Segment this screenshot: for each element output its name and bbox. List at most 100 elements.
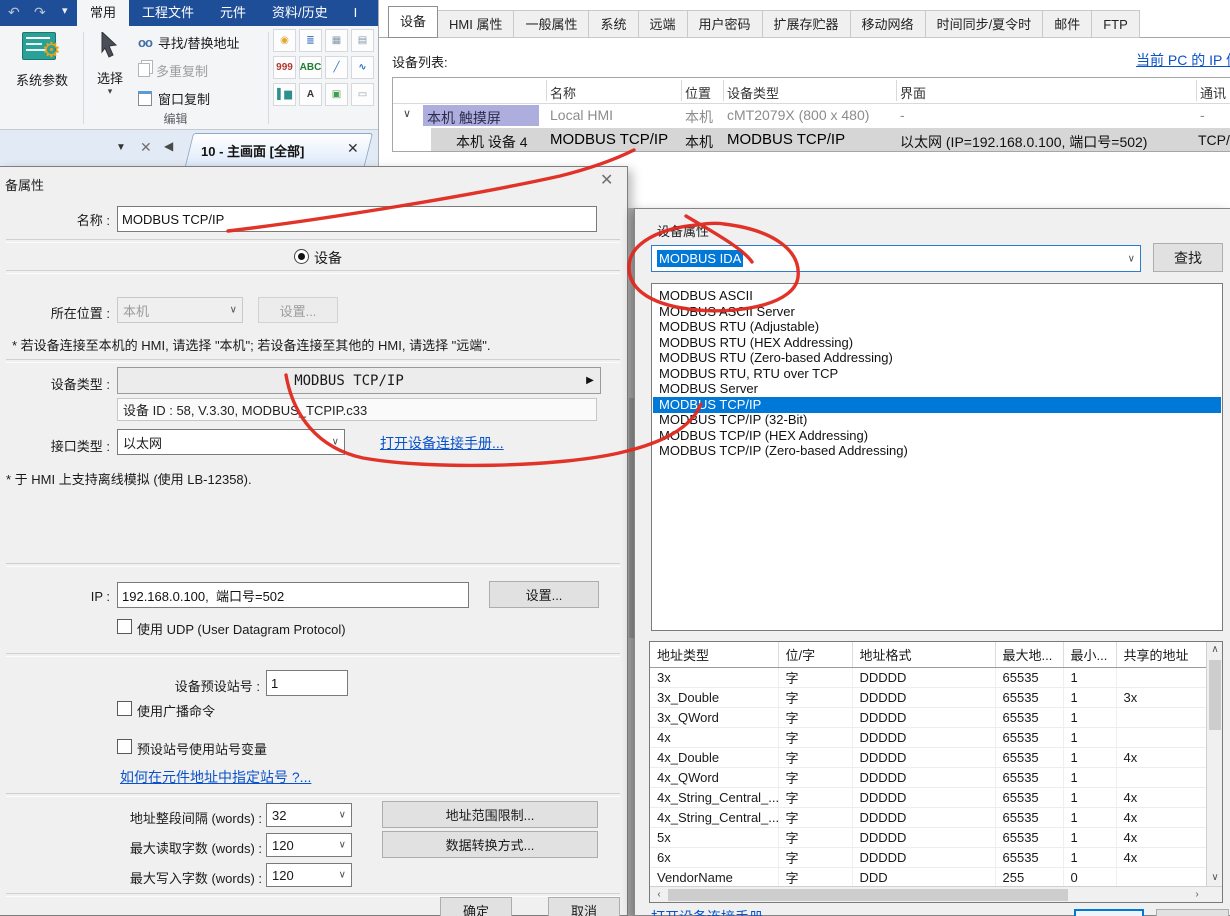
picture-icon[interactable]: ▣	[325, 83, 348, 106]
address-table-header[interactable]: 地址格式	[852, 642, 995, 668]
device-type-option[interactable]: MODBUS RTU, RTU over TCP	[653, 366, 1221, 382]
scrollbar-thumb[interactable]	[1209, 660, 1221, 730]
settings-tab[interactable]: HMI 属性	[438, 10, 514, 38]
address-table-row[interactable]: 6x字DDDDD6553514x	[650, 848, 1206, 868]
settings-tab[interactable]: 邮件	[1043, 10, 1092, 38]
device-type-option[interactable]: MODBUS ASCII Server	[653, 304, 1221, 320]
scrollbar-thumb[interactable]	[668, 889, 1068, 901]
device-type-option[interactable]: MODBUS TCP/IP	[653, 397, 1221, 413]
find-replace-address-item[interactable]: oo 寻找/替换地址	[138, 32, 240, 52]
interval-combo[interactable]: 32 ∨	[266, 803, 352, 827]
window-copy-item[interactable]: 窗口复制	[138, 88, 210, 108]
default-station-input[interactable]	[266, 670, 348, 696]
close-icon[interactable]: ✕	[600, 174, 613, 188]
address-table-row[interactable]: 5x字DDDDD6553514x	[650, 828, 1206, 848]
settings-tab[interactable]: 用户密码	[688, 10, 763, 38]
device-type-option[interactable]: MODBUS TCP/IP (HEX Addressing)	[653, 428, 1221, 444]
tab-scroll-back-icon[interactable]: ◀	[164, 139, 173, 153]
device-type-listbox[interactable]: MODBUS ASCIIMODBUS ASCII ServerMODBUS RT…	[651, 283, 1223, 631]
col-protocol[interactable]: 通讯	[1200, 83, 1226, 102]
ok-button[interactable]: 确定	[440, 897, 512, 916]
expander-icon[interactable]: ∨	[403, 107, 411, 120]
device-type-option[interactable]: MODBUS Server	[653, 381, 1221, 397]
address-table-row[interactable]: 3x_QWord字DDDDD655351	[650, 708, 1206, 728]
col-interface[interactable]: 界面	[900, 83, 926, 102]
device-type-option[interactable]: MODBUS RTU (Adjustable)	[653, 319, 1221, 335]
cancel-button[interactable]: 取消	[548, 897, 620, 916]
pane-close-icon[interactable]: ✕	[140, 140, 152, 154]
redo-icon[interactable]: ↷	[34, 4, 46, 21]
table-row-modbus-device[interactable]: 本机 设备 4 MODBUS TCP/IP 本机 MODBUS TCP/IP 以…	[393, 128, 1230, 152]
picker-ok-button[interactable]	[1074, 909, 1144, 916]
pane-collapse-icon[interactable]: ▼	[116, 142, 126, 153]
max-read-combo[interactable]: 120 ∨	[266, 833, 352, 857]
text-tool-icon[interactable]: A	[299, 83, 322, 106]
ascii-display-icon[interactable]: ABC	[299, 56, 322, 79]
scroll-left-icon[interactable]: ‹	[652, 888, 666, 902]
ip-input[interactable]	[117, 582, 469, 608]
numeric-display-icon[interactable]: 999	[273, 56, 296, 79]
chevron-down-icon[interactable]: ▾	[88, 86, 132, 97]
settings-tab[interactable]: FTP	[1092, 10, 1140, 38]
device-search-combo[interactable]: MODBUS IDA ∨	[651, 245, 1141, 272]
settings-tab[interactable]: 时间同步/夏令时	[926, 10, 1044, 38]
settings-tab[interactable]: 一般属性	[514, 10, 589, 38]
address-table-header[interactable]: 最大地...	[995, 642, 1063, 668]
address-table-header[interactable]: 共享的地址	[1116, 642, 1206, 668]
broadcast-checkbox[interactable]	[117, 701, 132, 716]
device-type-field[interactable]: MODBUS TCP/IP	[117, 367, 581, 394]
address-table-row[interactable]: 4x_Double字DDDDD6553514x	[650, 748, 1206, 768]
settings-tab[interactable]: 设备	[388, 6, 438, 38]
device-type-option[interactable]: MODBUS RTU (HEX Addressing)	[653, 335, 1221, 351]
open-device-manual-link[interactable]: 打开设备连接手册...	[380, 433, 504, 453]
address-table-row[interactable]: 3x字DDDDD655351	[650, 668, 1206, 688]
address-table-header[interactable]: 位/字	[778, 642, 852, 668]
ribbon-tab[interactable]: 资料/历史	[259, 0, 341, 26]
interface-type-combo[interactable]: 以太网 ∨	[117, 429, 345, 455]
address-table-header[interactable]: 最小...	[1063, 642, 1116, 668]
address-table-header[interactable]: 地址类型	[650, 642, 778, 668]
ribbon-tab[interactable]: 工程文件	[129, 0, 207, 26]
system-parameters-button[interactable]: ⚙ 系统参数	[6, 28, 78, 124]
settings-tab[interactable]: 移动网络	[851, 10, 926, 38]
address-table-row[interactable]: 4x字DDDDD655351	[650, 728, 1206, 748]
device-type-option[interactable]: MODBUS TCP/IP (Zero-based Addressing)	[653, 443, 1221, 459]
open-device-manual-link[interactable]: 打开设备连接手册	[651, 907, 763, 916]
device-type-picker-arrow[interactable]: ▶	[580, 367, 601, 394]
picker-cancel-button[interactable]	[1156, 909, 1229, 916]
address-table-row[interactable]: 4x_QWord字DDDDD655351	[650, 768, 1206, 788]
bar-graph-icon[interactable]: ▌▆	[273, 83, 296, 106]
scroll-right-icon[interactable]: ›	[1190, 888, 1204, 902]
scroll-down-icon[interactable]: ∨	[1207, 871, 1223, 885]
function-key-icon[interactable]: ▤	[351, 29, 374, 52]
address-range-limit-button[interactable]: 地址范围限制...	[382, 801, 598, 828]
scroll-up-icon[interactable]: ∧	[1207, 643, 1223, 657]
col-location[interactable]: 位置	[685, 83, 711, 102]
qat-customize-icon[interactable]: ▾	[62, 4, 68, 17]
settings-tab[interactable]: 远端	[639, 10, 688, 38]
device-radio[interactable]	[294, 249, 309, 264]
table-row-local-hmi[interactable]: ∨ 本机 触摸屏 Local HMI 本机 cMT2079X (800 x 48…	[393, 103, 1230, 128]
name-input[interactable]	[117, 206, 597, 232]
address-table-row[interactable]: 3x_Double字DDDDD6553513x	[650, 688, 1206, 708]
vertical-scrollbar[interactable]: ∧ ∨	[1206, 642, 1223, 886]
rectangle-tool-icon[interactable]: ▭	[351, 83, 374, 106]
light-bulb-icon[interactable]: ◉	[273, 29, 296, 52]
settings-tab[interactable]: 系统	[589, 10, 638, 38]
data-conversion-button[interactable]: 数据转换方式...	[382, 831, 598, 858]
numeric-keypad-icon[interactable]: ▦	[325, 29, 348, 52]
device-type-option[interactable]: MODBUS ASCII	[653, 288, 1221, 304]
ribbon-tab[interactable]: I	[341, 0, 371, 26]
ip-settings-button[interactable]: 设置...	[489, 581, 599, 608]
curve-tool-icon[interactable]: ∿	[351, 56, 374, 79]
device-type-option[interactable]: MODBUS TCP/IP (32-Bit)	[653, 412, 1221, 428]
col-device-type[interactable]: 设备类型	[727, 83, 779, 102]
find-button[interactable]: 查找	[1153, 243, 1223, 272]
udp-checkbox[interactable]	[117, 619, 132, 634]
col-name[interactable]: 名称	[550, 83, 576, 102]
undo-icon[interactable]: ↶	[8, 4, 20, 21]
address-table-row[interactable]: 4x_String_Central_...字DDDDD6553514x	[650, 808, 1206, 828]
document-tab[interactable]: 10 - 主画面 [全部] ✕	[183, 133, 369, 166]
station-variable-checkbox[interactable]	[117, 739, 132, 754]
current-pc-ip-link[interactable]: 当前 PC 的 IP 信	[1136, 50, 1230, 70]
